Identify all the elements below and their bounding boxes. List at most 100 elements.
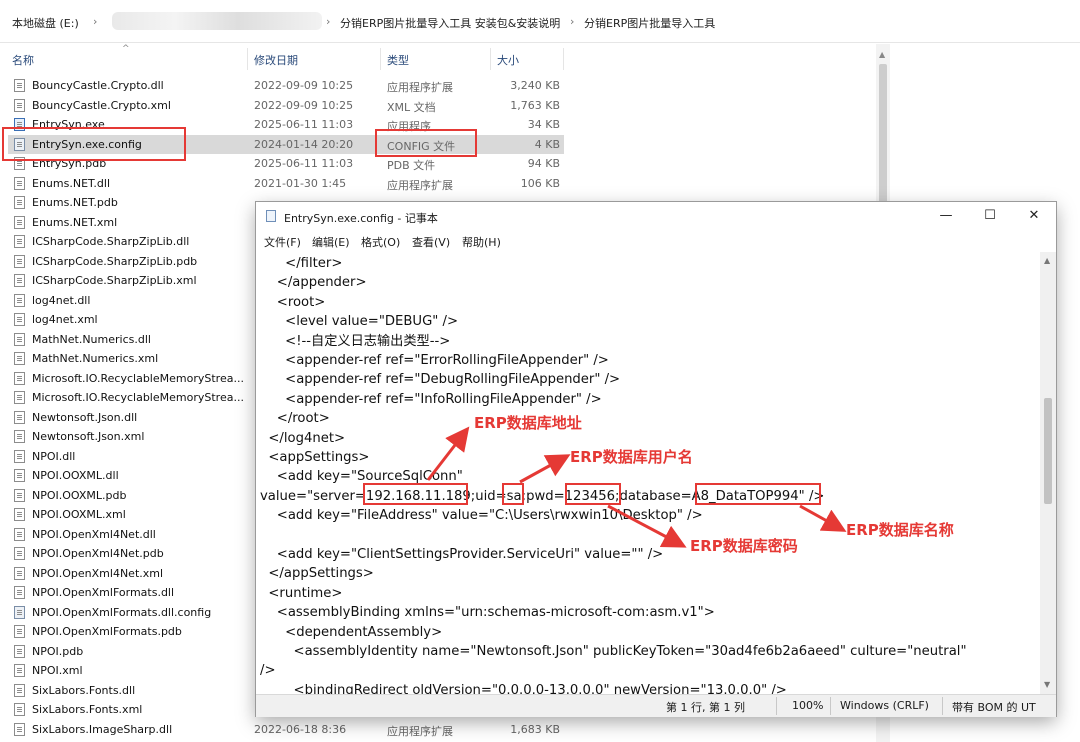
file-name: NPOI.dll [32, 449, 76, 463]
file-row[interactable]: Enums.NET.dll 2021-01-30 1:45 应用程序扩展 106 KB [0, 174, 875, 194]
file-row[interactable]: EntrySyn.exe 2025-06-11 11:03 应用程序 34 KB [0, 115, 875, 135]
breadcrumb-root[interactable]: 本地磁盘 (E:) [12, 15, 79, 31]
xml-file-icon [14, 352, 25, 365]
pdb-file-icon [14, 196, 25, 209]
status-divider [776, 697, 777, 715]
file-type: XML 文档 [387, 100, 436, 114]
file-name: EntrySyn.exe.config [32, 137, 142, 151]
file-type: 应用程序扩展 [387, 178, 453, 192]
text-line: </appender> [260, 275, 367, 291]
menu-file[interactable]: 文件(F) [264, 234, 301, 250]
text-line: </appSettings> [260, 566, 374, 582]
column-divider[interactable] [490, 48, 491, 70]
file-name: NPOI.pdb [32, 644, 84, 658]
column-name[interactable]: 名称 [12, 52, 34, 68]
menu-view[interactable]: 查看(V) [412, 234, 450, 250]
xml-file-icon [14, 566, 25, 580]
maximize-button[interactable]: ☐ [968, 202, 1012, 230]
file-name: SixLabors.Fonts.dll [32, 683, 136, 697]
text-line: value="server=192.168.11.189;uid=sa;pwd=… [260, 488, 825, 504]
status-divider [830, 697, 831, 715]
minimize-button[interactable]: — [924, 202, 968, 230]
file-row[interactable]: BouncyCastle.Crypto.dll 2022-09-09 10:25 应… [0, 76, 875, 96]
annotation-db-name: ERP数据库名称 [846, 521, 954, 539]
xml-file-icon [14, 430, 25, 443]
xml-file-icon [14, 215, 25, 229]
pdb-file-icon [14, 254, 25, 268]
text-line: <level value="DEBUG" /> [260, 314, 459, 330]
breadcrumb-chevron-icon: › [93, 15, 98, 28]
scroll-down-icon[interactable]: ▼ [1044, 680, 1050, 689]
file-date: 2022-09-09 10:25 [254, 98, 354, 112]
file-name: NPOI.OOXML.pdb [32, 488, 127, 502]
scrollbar-thumb[interactable] [1044, 398, 1052, 504]
file-name: EntrySyn.exe [32, 118, 105, 131]
xml-file-icon [14, 664, 25, 677]
annotation-db-user: ERP数据库用户名 [570, 448, 693, 466]
breadcrumb-chevron-icon: › [570, 15, 575, 28]
notepad-title: EntrySyn.exe.config - 记事本 [284, 212, 438, 225]
dll-file-icon [14, 527, 25, 541]
file-name: ICSharpCode.SharpZipLib.dll [32, 235, 190, 248]
file-name: NPOI.OOXML.dll [32, 469, 119, 482]
menu-edit[interactable]: 编辑(E) [312, 234, 350, 250]
text-line: <appSettings> [260, 450, 370, 465]
text-line: <assemblyBinding xmlns="urn:schemas-micr… [260, 605, 715, 621]
scroll-up-icon[interactable]: ▲ [879, 50, 885, 59]
file-date: 2025-06-11 11:03 [254, 157, 354, 170]
notepad-text-area[interactable]: </filter> </appender> <root> <level valu… [256, 252, 1042, 694]
file-name: MathNet.Numerics.xml [32, 352, 159, 365]
scroll-up-icon[interactable]: ▲ [1044, 256, 1050, 265]
close-button[interactable]: ✕ [1012, 202, 1056, 230]
breadcrumb-folder-install[interactable]: 分销ERP图片批量导入工具 安装包&安装说明 [340, 15, 560, 31]
menu-help[interactable]: 帮助(H) [462, 234, 501, 250]
text-line: <add key="ClientSettingsProvider.Service… [260, 547, 664, 562]
file-size: 1,683 KB [510, 722, 560, 736]
file-name: SixLabors.ImageSharp.dll [32, 722, 173, 736]
dll-file-icon [14, 371, 25, 385]
file-name: Enums.NET.xml [32, 215, 118, 229]
menu-format[interactable]: 格式(O) [361, 234, 400, 250]
breadcrumb-redacted-segment [112, 12, 322, 30]
file-name: log4net.dll [32, 293, 91, 307]
column-divider[interactable] [247, 48, 248, 70]
dll-file-icon [14, 79, 25, 92]
xml-file-icon [14, 98, 25, 112]
xml-file-icon [14, 274, 25, 287]
file-size: 106 KB [520, 176, 560, 190]
file-type: 应用程序 [387, 120, 431, 133]
column-divider[interactable] [563, 48, 564, 70]
file-date: 2024-01-14 20:20 [254, 137, 354, 151]
file-name: Microsoft.IO.RecyclableMemoryStrea... [32, 371, 244, 385]
file-size: 34 KB [527, 118, 560, 131]
file-size: 1,763 KB [510, 98, 560, 112]
column-size[interactable]: 大小 [497, 52, 519, 68]
dll-file-icon [14, 293, 25, 307]
dll-file-icon [14, 586, 25, 599]
file-name: ICSharpCode.SharpZipLib.xml [32, 274, 197, 287]
column-date[interactable]: 修改日期 [254, 52, 298, 68]
file-name: NPOI.OpenXmlFormats.dll.config [32, 605, 212, 619]
file-type: 应用程序扩展 [387, 81, 453, 94]
file-row[interactable]: BouncyCastle.Crypto.xml 2022-09-09 10:25 X… [0, 96, 875, 116]
text-line: <add key="SourceSqlConn" [260, 469, 463, 485]
dll-file-icon [14, 235, 25, 248]
notepad-scrollbar[interactable]: ▲ ▼ [1040, 252, 1056, 694]
address-breadcrumb[interactable]: 本地磁盘 (E:) › › 分销ERP图片批量导入工具 安装包&安装说明 › 分… [0, 0, 1080, 43]
file-type: 应用程序扩展 [387, 724, 453, 738]
column-divider[interactable] [380, 48, 381, 70]
file-row[interactable]: SixLabors.ImageSharp.dll 2022-06-18 8:36 应… [0, 720, 875, 740]
notepad-titlebar[interactable]: EntrySyn.exe.config - 记事本 — ☐ ✕ [256, 202, 1056, 230]
status-zoom: 100% [792, 699, 824, 712]
file-name: NPOI.OpenXml4Net.xml [32, 566, 164, 580]
file-row[interactable]: EntrySyn.pdb 2025-06-11 11:03 PDB 文件 94 KB [0, 154, 875, 174]
breadcrumb-folder-tool[interactable]: 分销ERP图片批量导入工具 [584, 15, 715, 31]
status-encoding: 带有 BOM 的 UT [952, 701, 1036, 714]
column-type[interactable]: 类型 [387, 52, 409, 68]
pdb-file-icon [14, 644, 25, 658]
dll-file-icon [14, 469, 25, 482]
text-line: <appender-ref ref="ErrorRollingFileAppen… [260, 353, 609, 368]
file-row[interactable]: EntrySyn.exe.config 2024-01-14 20:20 CONFI… [0, 134, 875, 155]
file-date: 2022-06-18 8:36 [254, 722, 347, 736]
pdb-file-icon [14, 625, 25, 638]
